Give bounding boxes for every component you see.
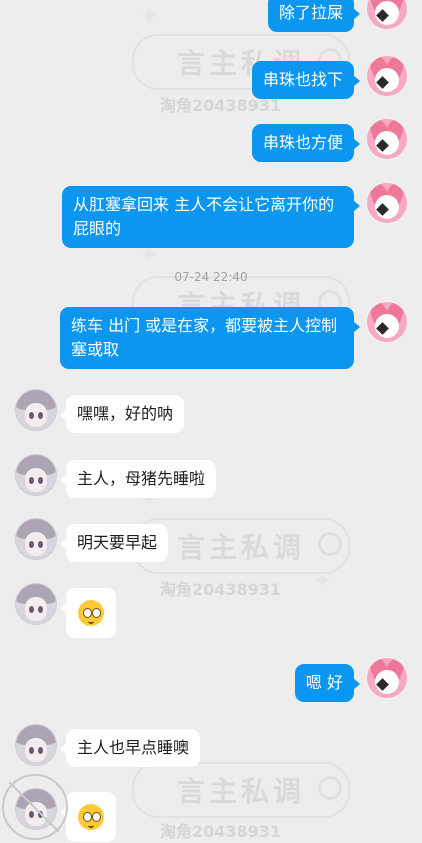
message-bubble-outgoing[interactable]: 练车 出门 或是在家，都要被主人控制塞或取 — [60, 307, 360, 369]
pleading-face-emoji — [78, 804, 104, 830]
user-avatar[interactable] — [366, 118, 408, 160]
watermark-brand: 言主私调 — [176, 775, 305, 808]
user-avatar[interactable] — [366, 182, 408, 224]
sparkle-icon: ✦ — [138, 2, 160, 32]
message-bubble-outgoing[interactable]: 串珠也方便 — [251, 124, 361, 162]
message-bubble-incoming[interactable]: 主人，母猪先睡啦 — [59, 460, 217, 498]
message-bubble-outgoing[interactable]: 从肛塞拿回来 主人不会让它离开你的屁眼的 — [62, 186, 360, 248]
message-bubble-incoming[interactable]: 嘿嘿，好的呐 — [59, 395, 185, 433]
user-avatar[interactable] — [366, 0, 408, 30]
user-avatar[interactable] — [366, 55, 408, 97]
no-entry-stamp-icon — [2, 774, 68, 840]
message-bubble-incoming[interactable] — [60, 792, 116, 842]
watermark-account: 淘角20438931 — [160, 822, 282, 841]
message-bubble-incoming[interactable]: 明天要早起 — [59, 524, 169, 562]
message-bubble-outgoing[interactable]: 嗯 好 — [294, 664, 361, 702]
contact-avatar[interactable] — [15, 518, 57, 560]
watermark-account: 淘角20438931 — [160, 580, 282, 599]
contact-avatar[interactable] — [15, 454, 57, 496]
user-avatar[interactable] — [366, 301, 408, 343]
pleading-face-emoji — [78, 600, 104, 626]
watermark-badge: 言主私调 — [132, 762, 350, 818]
message-bubble-outgoing[interactable]: 除了拉屎 — [267, 0, 361, 32]
search-icon — [318, 532, 342, 556]
user-avatar[interactable] — [366, 657, 408, 699]
message-bubble-incoming[interactable]: 主人也早点睡噢 — [59, 729, 201, 767]
sparkle-icon: ✦ — [312, 566, 334, 596]
message-bubble-incoming[interactable] — [60, 588, 116, 638]
message-bubble-outgoing[interactable]: 串珠也找下 — [251, 61, 361, 99]
contact-avatar[interactable] — [15, 389, 57, 431]
search-icon — [318, 776, 342, 800]
message-timestamp: 07-24 22:40 — [174, 270, 248, 284]
contact-avatar[interactable] — [15, 724, 57, 766]
contact-avatar[interactable] — [15, 583, 57, 625]
